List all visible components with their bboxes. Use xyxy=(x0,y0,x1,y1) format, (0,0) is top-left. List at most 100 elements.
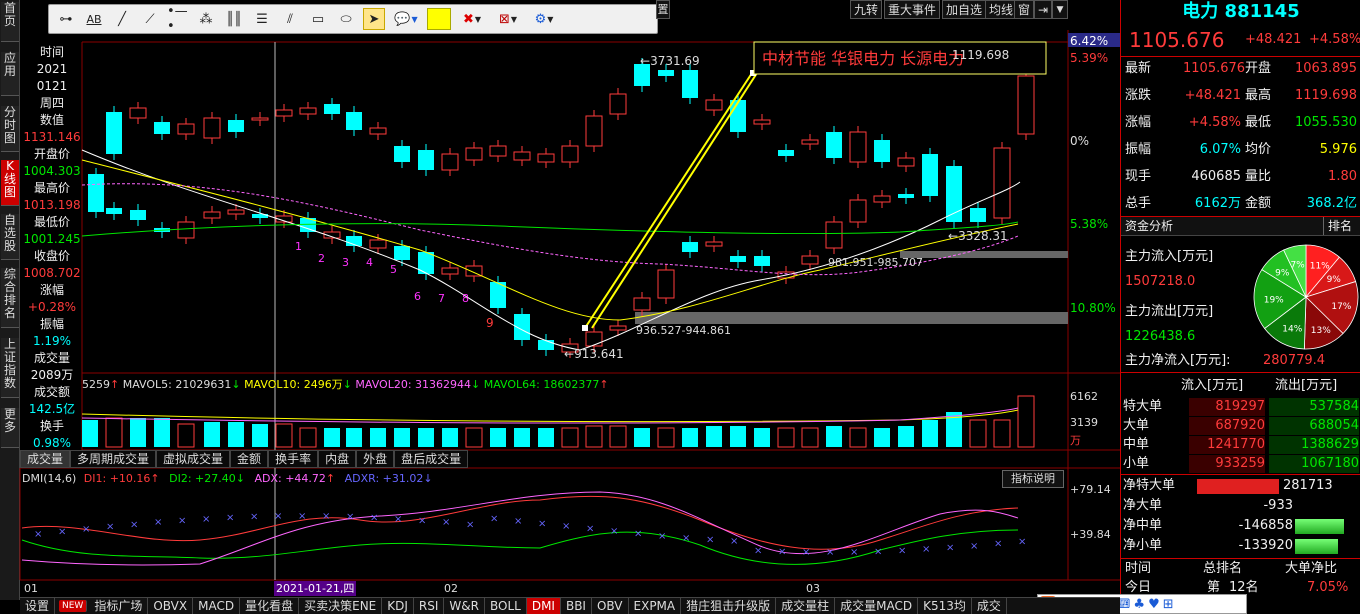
volume-bar xyxy=(826,426,842,447)
vtab-amount[interactable]: 金额 xyxy=(230,450,269,468)
indicator-explain-button[interactable]: 指标说明 xyxy=(1002,470,1064,488)
volume-bar xyxy=(777,427,795,448)
net-label: 净中单 xyxy=(1123,518,1163,533)
tab--ene[interactable]: 买卖决策ENE xyxy=(299,598,383,614)
candle-body xyxy=(324,104,340,114)
rectangle-icon[interactable]: ▭ xyxy=(307,8,329,30)
tab-obvx[interactable]: OBVX xyxy=(148,598,194,614)
tab-boll[interactable]: BOLL xyxy=(485,598,527,614)
tab--[interactable]: 指标广场 xyxy=(89,598,149,614)
quote-value: 1105.676 xyxy=(1183,61,1246,76)
comment-icon[interactable]: 💬 ▼ xyxy=(391,8,421,30)
rank-tab[interactable]: 排名 xyxy=(1323,217,1352,235)
candle-body xyxy=(561,145,579,163)
text-label-icon[interactable]: AB xyxy=(83,8,105,30)
volume-bar xyxy=(324,428,340,447)
candle-body xyxy=(369,239,387,249)
adxr-point: × xyxy=(514,516,522,527)
tab-obv[interactable]: OBV xyxy=(592,598,629,614)
quote-value: 1055.530 xyxy=(1294,115,1357,130)
fibonacci-icon[interactable]: ☰ xyxy=(251,8,273,30)
tab-k513-[interactable]: K513均 xyxy=(918,598,972,614)
vtab-outer[interactable]: 外盘 xyxy=(356,450,395,468)
vtab-virtual[interactable]: 虚拟成交量 xyxy=(156,450,231,468)
dmi-axis-mid: +39.84 xyxy=(1070,528,1111,541)
quote-label: 涨幅 xyxy=(1125,115,1152,130)
tab-macd[interactable]: MACD xyxy=(193,598,241,614)
sparkle-icon[interactable]: ⁂ xyxy=(195,8,217,30)
ime-fav-icon[interactable]: ♥ xyxy=(1148,597,1160,612)
color-swatch-icon[interactable] xyxy=(427,8,451,30)
line-segment-icon[interactable]: ╱ xyxy=(111,8,133,30)
tab-kdj[interactable]: KDJ xyxy=(382,598,414,614)
adxr-point: × xyxy=(466,519,474,530)
vtab-multi-period[interactable]: 多周期成交量 xyxy=(70,450,157,468)
quote-label: 均价 xyxy=(1245,142,1272,157)
fund-analysis-tab[interactable]: 资金分析 xyxy=(1125,217,1173,235)
vtab-turnover[interactable]: 换手率 xyxy=(268,450,319,468)
tab-w-r[interactable]: W&R xyxy=(444,598,485,614)
ma-button[interactable]: 均线 xyxy=(985,0,1018,19)
flow-header-out: 流出[万元] xyxy=(1275,378,1338,393)
tab--macd[interactable]: 成交量MACD xyxy=(835,598,919,614)
flow-out: 1388629 xyxy=(1269,436,1359,454)
vertical-bars-icon[interactable]: ║║ xyxy=(223,8,245,30)
quote-value: 1063.895 xyxy=(1294,61,1357,76)
panel-change-pct: +4.58% xyxy=(1309,32,1360,47)
svg-text:3: 3 xyxy=(342,256,349,269)
tab--[interactable]: 猎庄狙击升级版 xyxy=(681,598,777,614)
cursor-icon[interactable]: ➤ xyxy=(363,8,385,30)
net-value: -133920 xyxy=(1238,538,1293,553)
settings-icon[interactable]: ⚙ ▼ xyxy=(529,8,559,30)
candle-body xyxy=(129,107,147,119)
news-text: 中材节能 华银电力 长源电力 xyxy=(762,49,964,68)
quote-label: 总手 xyxy=(1125,196,1152,211)
point-line-icon[interactable]: •—• xyxy=(167,4,189,34)
dropdown-icon[interactable]: ▼ xyxy=(1052,0,1068,19)
ime-grid-icon[interactable]: ⊞ xyxy=(1163,597,1174,612)
parallel-lines-icon[interactable]: ⫽ xyxy=(279,8,301,30)
inflow-value: 1507218.0 xyxy=(1125,274,1196,289)
tab--[interactable]: 量化看盘 xyxy=(240,598,300,614)
candle-body xyxy=(203,117,221,139)
outflow-label: 主力流出[万元] xyxy=(1125,304,1214,319)
nine-turn-button[interactable]: 九转 xyxy=(850,0,883,19)
volume-bar xyxy=(346,428,362,447)
rank-ratio: 7.05% xyxy=(1307,580,1349,595)
svg-text:5: 5 xyxy=(390,263,397,276)
axis-pct-2: 0% xyxy=(1070,134,1089,148)
horizontal-line-icon[interactable]: ⊶ xyxy=(55,8,77,30)
delete-icon[interactable]: ✖ ▼ xyxy=(457,8,487,30)
tab-bbi[interactable]: BBI xyxy=(561,598,592,614)
svg-text:9: 9 xyxy=(486,316,494,330)
tab--[interactable]: 设置 xyxy=(20,598,56,614)
adxr-point: × xyxy=(322,511,330,522)
exit-icon[interactable]: ⇥ xyxy=(1034,0,1052,19)
add-watchlist-button[interactable]: 加自选 xyxy=(942,0,987,19)
tab-dmi[interactable]: DMI xyxy=(526,598,561,614)
polyline-icon[interactable]: ⟋ xyxy=(139,8,161,30)
tab--[interactable]: 成交量柱 xyxy=(776,598,836,614)
flow-in: 933259 xyxy=(1189,455,1265,473)
candle-body xyxy=(394,146,410,162)
vtab-volume[interactable]: 成交量 xyxy=(20,450,71,468)
ime-skin-icon[interactable]: ♣ xyxy=(1133,597,1145,612)
kline-chart[interactable]: 中材节能 华银电力 长源电力 ←3731.69 ←913.641 ←3328.3… xyxy=(0,0,1120,600)
erase-icon[interactable]: ⊠ ▼ xyxy=(493,8,523,30)
vtab-after-hours[interactable]: 盘后成交量 xyxy=(394,450,469,468)
vtab-inner[interactable]: 内盘 xyxy=(318,450,357,468)
tab--[interactable]: 成交 xyxy=(972,598,1007,614)
ellipse-icon[interactable]: ⬭ xyxy=(335,8,357,30)
tab-expma[interactable]: EXPMA xyxy=(629,598,682,614)
ma10-line xyxy=(81,159,1019,321)
volume-bar xyxy=(394,428,410,447)
adxr-point: × xyxy=(418,515,426,526)
drawing-toolbar: ⊶ AB ╱ ⟋ •—• ⁂ ║║ ☰ ⫽ ▭ ⬭ ➤ 💬 ▼ ✖ ▼ ⊠ ▼ ⚙ ▼ xyxy=(48,4,658,34)
volume-bar xyxy=(538,428,554,447)
window-button[interactable]: 窗 xyxy=(1014,0,1035,19)
candle-body xyxy=(299,107,317,115)
pie-label: 7% xyxy=(1290,261,1305,271)
tab-rsi[interactable]: RSI xyxy=(414,598,445,614)
major-events-button[interactable]: 重大事件 xyxy=(884,0,941,19)
quote-label: 量比 xyxy=(1245,169,1272,184)
